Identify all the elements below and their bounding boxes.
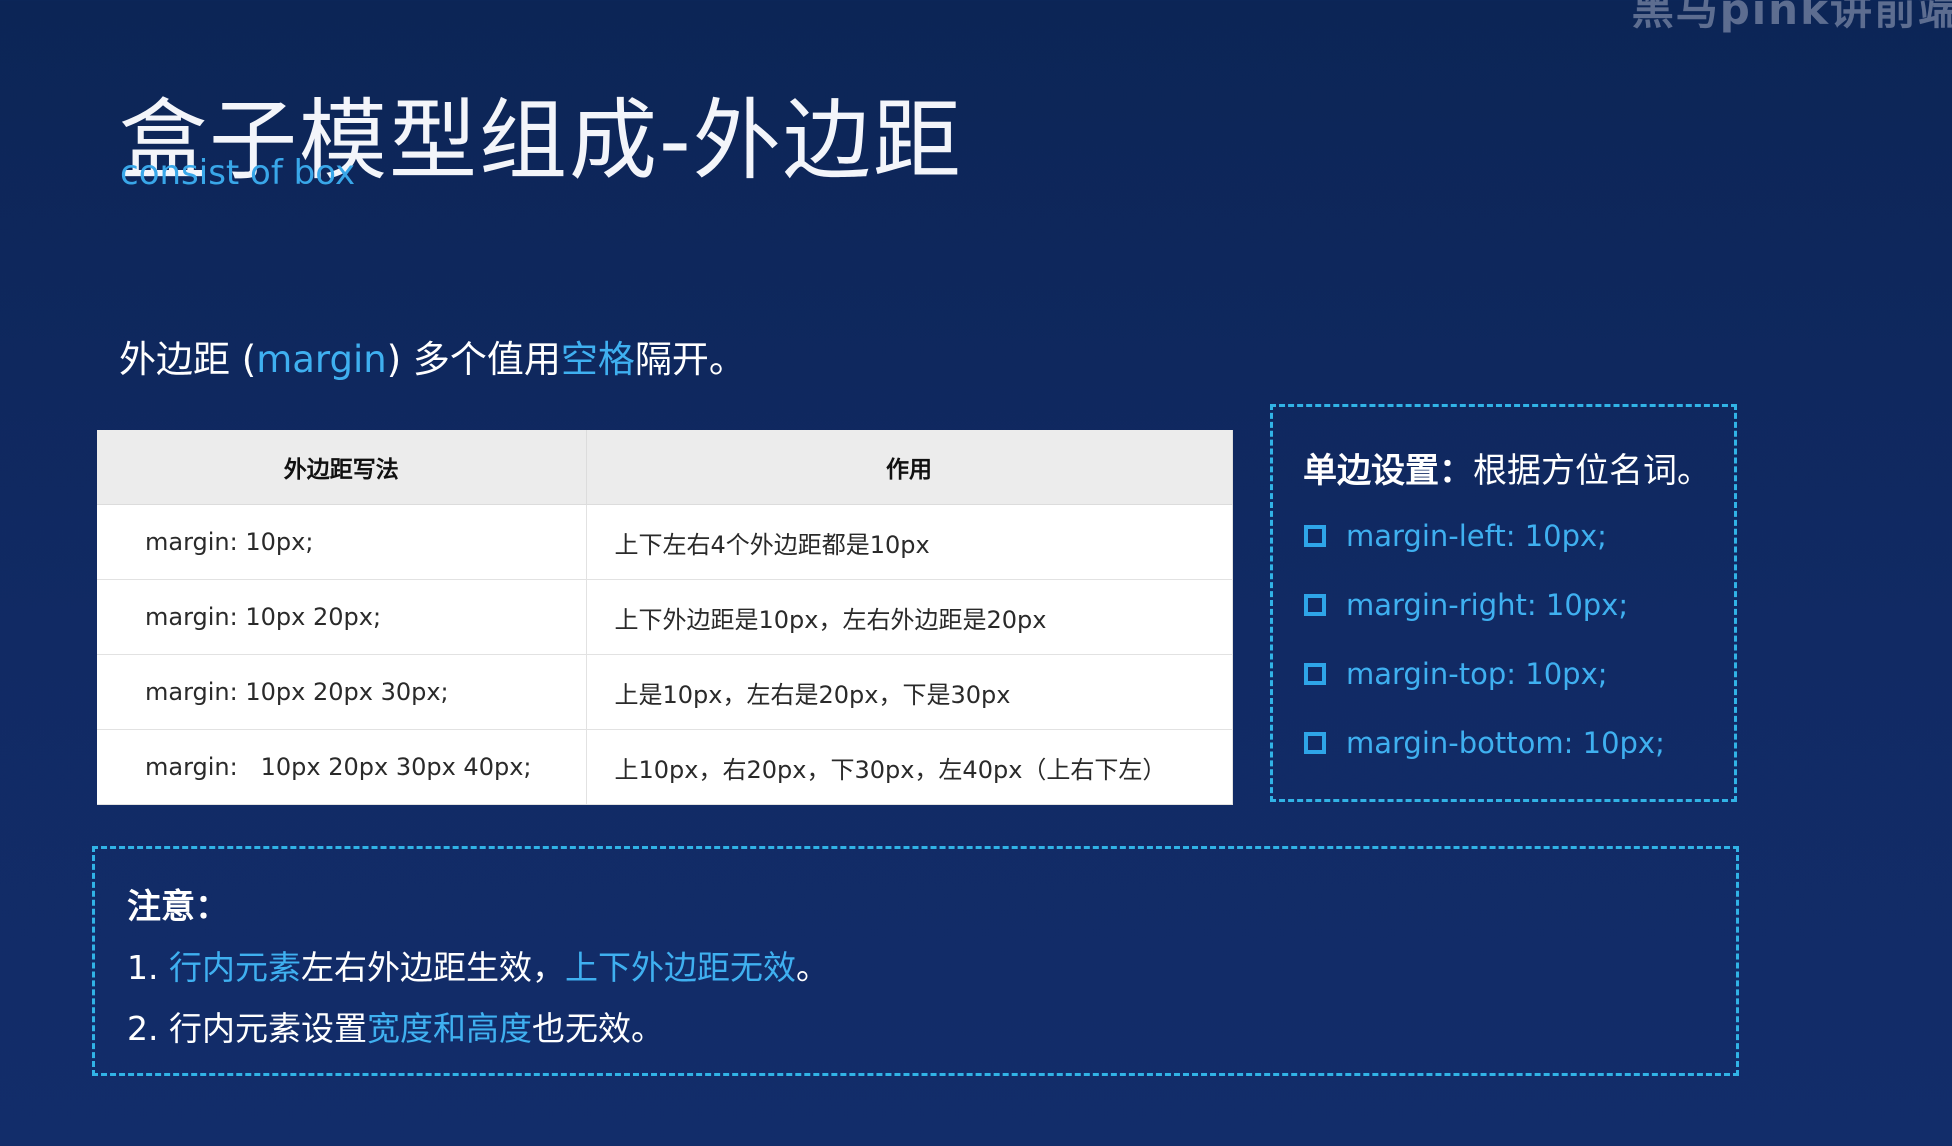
note-line-2: 2. 行内元素设置宽度和高度也无效。 (127, 1002, 664, 1050)
intro-text: 外边距 (margin) 多个值用空格隔开。 (119, 329, 746, 383)
intro-middle: ) 多个值用 (386, 338, 561, 381)
table-cell-effect: 上是10px，左右是20px，下是30px (586, 654, 1233, 730)
intro-before: 外边距 ( (119, 338, 257, 381)
list-item: margin-left: 10px; (1304, 519, 1665, 588)
table-cell-syntax: margin: 10px; (97, 504, 587, 580)
note-line-2-end: 也无效。 (531, 1009, 664, 1048)
table-row: margin: 10px 20px; 上下外边距是10px，左右外边距是20px (97, 579, 1233, 655)
square-bullet-icon (1304, 663, 1326, 685)
table-row: margin: 10px 20px 30px; 上是10px，左右是20px，下… (97, 654, 1233, 730)
table-header-syntax: 外边距写法 (97, 430, 587, 505)
single-side-box: 单边设置：根据方位名词。 margin-left: 10px; margin-r… (1270, 404, 1737, 802)
table-cell-effect: 上下左右4个外边距都是10px (586, 504, 1233, 580)
side-list: margin-left: 10px; margin-right: 10px; m… (1304, 519, 1665, 795)
list-item-label: margin-right: 10px; (1346, 588, 1629, 622)
note-line-1-highlight-a: 行内元素 (168, 948, 301, 987)
list-item-label: margin-left: 10px; (1346, 519, 1607, 553)
side-box-title: 单边设置：根据方位名词。 (1303, 443, 1711, 492)
square-bullet-icon (1304, 525, 1326, 547)
note-line-1-end: 。 (795, 948, 829, 987)
list-item-label: margin-top: 10px; (1346, 657, 1608, 691)
note-line-1-highlight-b: 上下外边距无效 (564, 948, 796, 987)
table-cell-effect: 上下外边距是10px，左右外边距是20px (586, 579, 1233, 655)
table-header-effect: 作用 (586, 430, 1233, 505)
table-cell-syntax: margin: 10px 20px 30px 40px; (97, 729, 587, 805)
note-line-2-prefix: 行内元素设置 (168, 1009, 367, 1048)
table-cell-effect: 上10px，右20px，下30px，左40px（上右下左） (586, 729, 1233, 805)
note-title: 注意： (127, 887, 229, 927)
list-item: margin-bottom: 10px; (1304, 726, 1665, 795)
note-box: 注意： 1. 行内元素左右外边距生效，上下外边距无效。 2. 行内元素设置宽度和… (92, 846, 1739, 1076)
note-line-2-number: 2. (127, 1009, 169, 1048)
intro-highlight: 空格 (560, 338, 635, 381)
square-bullet-icon (1304, 732, 1326, 754)
table-header-row: 外边距写法 作用 (97, 430, 1233, 505)
table-row: margin: 10px 20px 30px 40px; 上10px，右20px… (97, 729, 1233, 805)
intro-keyword: margin (256, 338, 387, 381)
list-item-label: margin-bottom: 10px; (1346, 726, 1665, 760)
square-bullet-icon (1304, 594, 1326, 616)
note-line-1-middle: 左右外边距生效， (300, 948, 565, 987)
watermark: 黑马pink讲前端 (1631, 0, 1952, 34)
intro-after: 隔开。 (634, 338, 746, 381)
side-box-title-bold: 单边设置： (1303, 451, 1473, 491)
table-cell-syntax: margin: 10px 20px; (97, 579, 587, 655)
table-cell-syntax: margin: 10px 20px 30px; (97, 654, 587, 730)
note-line-2-highlight: 宽度和高度 (366, 1009, 532, 1048)
margin-table: 外边距写法 作用 margin: 10px; 上下左右4个外边距都是10px m… (97, 430, 1233, 805)
note-line-1: 1. 行内元素左右外边距生效，上下外边距无效。 (127, 941, 829, 989)
side-box-title-rest: 根据方位名词。 (1473, 451, 1711, 491)
list-item: margin-right: 10px; (1304, 588, 1665, 657)
list-item: margin-top: 10px; (1304, 657, 1665, 726)
note-line-1-number: 1. (127, 948, 169, 987)
table-row: margin: 10px; 上下左右4个外边距都是10px (97, 504, 1233, 580)
slide-subtitle: consist of box (120, 153, 356, 193)
